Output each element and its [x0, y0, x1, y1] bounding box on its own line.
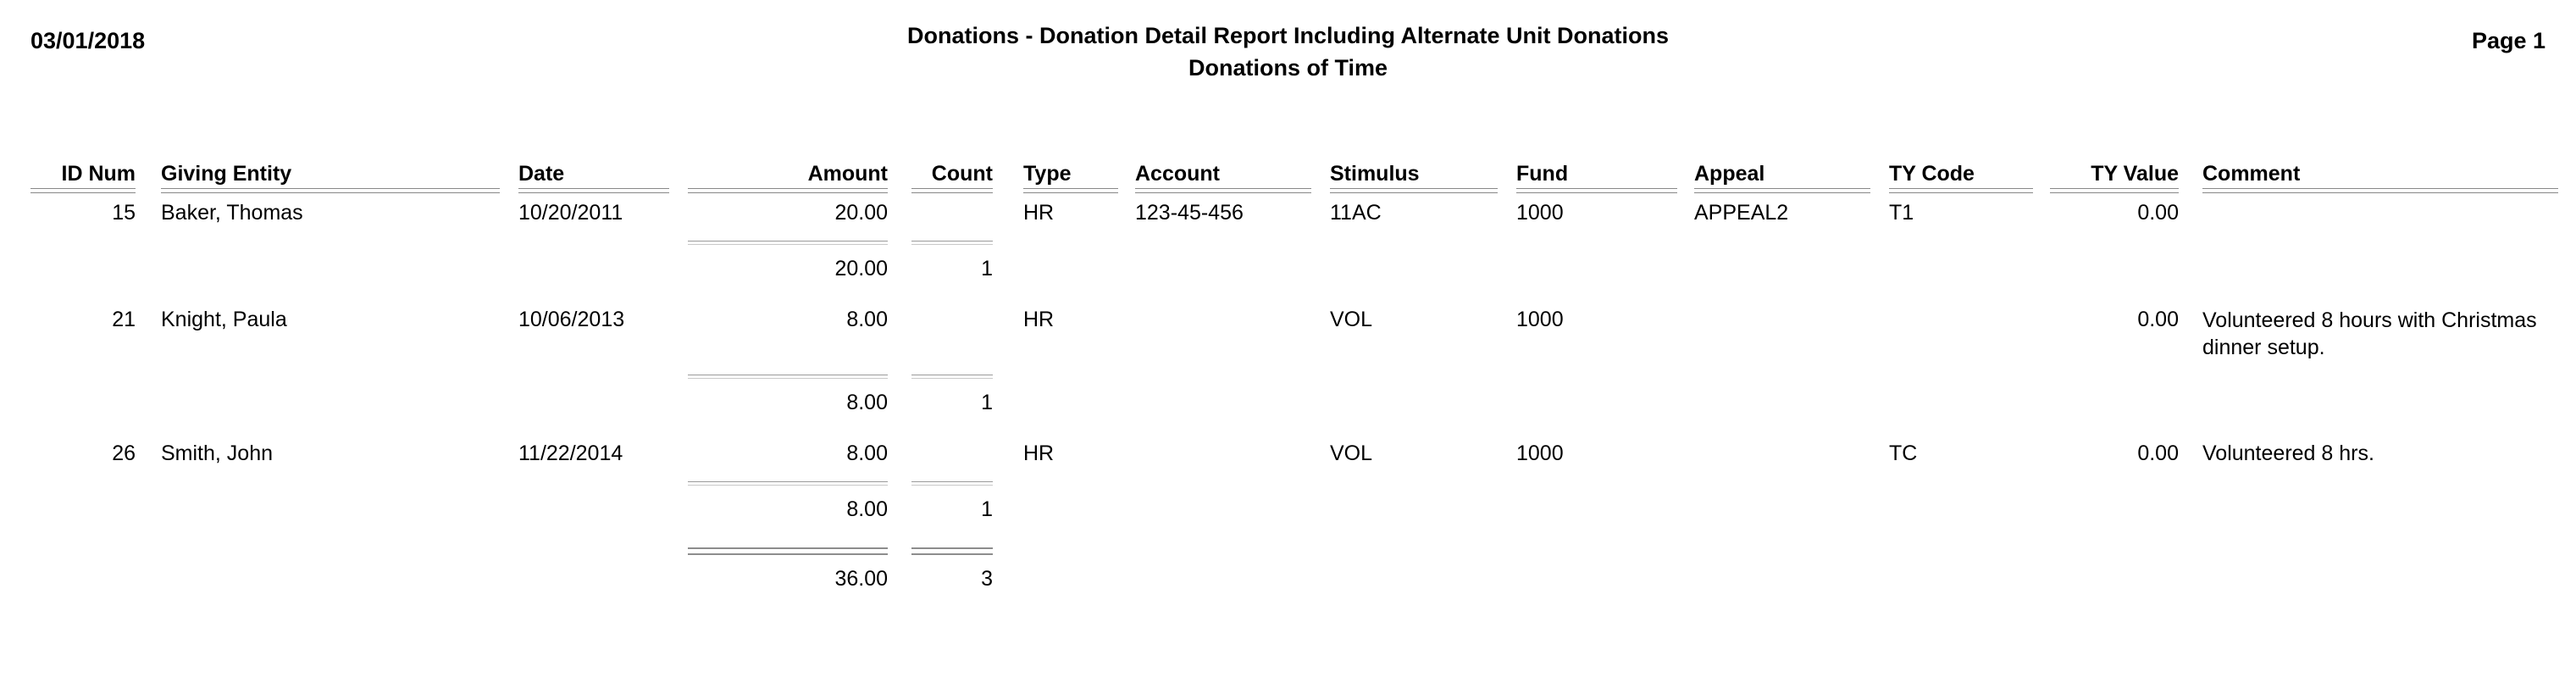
row-spacer	[0, 527, 2576, 547]
subtotal-amount: 8.00	[846, 391, 888, 414]
cell-giving_entity: Smith, John	[161, 441, 274, 465]
cell-ty_value: 0.00	[2137, 441, 2179, 465]
cell-ty_value: 0.00	[2137, 201, 2179, 225]
subtotal-count: 1	[981, 391, 993, 414]
page-title: Donations - Donation Detail Report Inclu…	[907, 23, 1669, 48]
column-header-type[interactable]: Type	[1023, 161, 1118, 186]
cell-stimulus: 11AC	[1330, 201, 1382, 225]
column-header-id_num[interactable]: ID Num	[30, 161, 136, 186]
column-header-rule	[518, 188, 669, 193]
column-header-rule	[2050, 188, 2179, 193]
column-header-rule	[1330, 188, 1498, 193]
cell-appeal: APPEAL2	[1694, 201, 1789, 225]
table-row[interactable]: 26 Smith, John 11/22/2014 8.00 HR VOL 1000 TC 0.…	[0, 441, 2576, 480]
cell-ty_code: TC	[1889, 441, 1918, 465]
column-header-ty_value[interactable]: TY Value	[2050, 161, 2179, 186]
column-header-count[interactable]: Count	[911, 161, 993, 186]
cell-fund: 1000	[1516, 441, 1564, 465]
page-subtitle: Donations of Time	[1188, 55, 1388, 81]
subtotal-amount: 20.00	[834, 257, 888, 280]
report-table: ID Num Giving Entity Date Amount Count Type Ac…	[0, 161, 2576, 595]
column-header-account[interactable]: Account	[1135, 161, 1311, 186]
cell-date: 10/20/2011	[518, 201, 623, 225]
cell-date: 10/06/2013	[518, 308, 625, 331]
page-header: 03/01/2018 Donations - Donation Detail R…	[0, 0, 2576, 119]
subtotal-rule	[911, 241, 993, 245]
subtotal-rule	[911, 481, 993, 486]
subtotal-rule	[688, 375, 888, 379]
cell-stimulus: VOL	[1330, 308, 1373, 331]
subtotal-rule	[688, 241, 888, 245]
cell-amount: 8.00	[846, 441, 888, 465]
column-header-rule	[688, 188, 888, 193]
column-header-rule	[1694, 188, 1870, 193]
cell-ty_value: 0.00	[2137, 308, 2179, 331]
cell-fund: 1000	[1516, 201, 1564, 225]
subtotal-rule	[911, 375, 993, 379]
cell-type: HR	[1023, 201, 1055, 225]
column-header-rule	[1889, 188, 2033, 193]
subtotal-rule	[688, 481, 888, 486]
column-header-giving_entity[interactable]: Giving Entity	[161, 161, 500, 186]
cell-amount: 8.00	[846, 308, 888, 331]
column-header-rule	[1135, 188, 1311, 193]
cell-comment: Volunteered 8 hrs.	[2202, 441, 2374, 465]
cell-id_num: 15	[112, 201, 136, 225]
subtotal-row: 8.00 1	[0, 373, 2576, 420]
cell-amount: 20.00	[834, 201, 888, 225]
row-spacer	[0, 420, 2576, 441]
cell-giving_entity: Baker, Thomas	[161, 201, 303, 225]
column-header-rule	[1516, 188, 1677, 193]
cell-id_num: 21	[112, 308, 136, 331]
column-header-ty_code[interactable]: TY Code	[1889, 161, 2033, 186]
cell-giving_entity: Knight, Paula	[161, 308, 287, 331]
table-row[interactable]: 15 Baker, Thomas 10/20/2011 20.00 HR 123-45-4…	[0, 200, 2576, 239]
table-row[interactable]: 21 Knight, Paula 10/06/2013 8.00 HR VOL 1000 0.…	[0, 307, 2576, 373]
column-header-rule	[161, 188, 500, 193]
report-title-block: Donations - Donation Detail Report Inclu…	[0, 24, 2576, 81]
cell-date: 11/22/2014	[518, 441, 623, 465]
row-spacer	[0, 286, 2576, 307]
column-header-date[interactable]: Date	[518, 161, 669, 186]
column-header-appeal[interactable]: Appeal	[1694, 161, 1870, 186]
cell-account: 123-45-456	[1135, 201, 1244, 225]
column-header-rule	[911, 188, 993, 193]
column-header-fund[interactable]: Fund	[1516, 161, 1677, 186]
subtotal-row: 20.00 1	[0, 239, 2576, 286]
cell-stimulus: VOL	[1330, 441, 1373, 465]
grand-total-count: 3	[981, 567, 993, 591]
grand-total-rule	[911, 547, 993, 555]
cell-id_num: 26	[112, 441, 136, 465]
column-header-rule	[2202, 188, 2558, 193]
cell-type: HR	[1023, 308, 1055, 331]
column-header-stimulus[interactable]: Stimulus	[1330, 161, 1498, 186]
grand-total-row: 36.00 3	[0, 547, 2576, 595]
column-header-rule	[1023, 188, 1118, 193]
subtotal-row: 8.00 1	[0, 480, 2576, 527]
cell-fund: 1000	[1516, 308, 1564, 331]
page-number: Page 1	[2471, 28, 2546, 53]
column-header-rule	[30, 188, 136, 193]
cell-ty_code: T1	[1889, 201, 1914, 225]
subtotal-count: 1	[981, 497, 993, 521]
table-header-row: ID Num Giving Entity Date Amount Count Type Ac…	[0, 161, 2576, 200]
column-header-amount[interactable]: Amount	[688, 161, 888, 186]
grand-total-rule	[688, 547, 888, 555]
subtotal-count: 1	[981, 257, 993, 280]
subtotal-amount: 8.00	[846, 497, 888, 521]
grand-total-amount: 36.00	[834, 567, 888, 591]
cell-type: HR	[1023, 441, 1055, 465]
column-header-comment[interactable]: Comment	[2202, 161, 2558, 186]
cell-comment: Volunteered 8 hours with Christmas dinne…	[2202, 308, 2537, 359]
